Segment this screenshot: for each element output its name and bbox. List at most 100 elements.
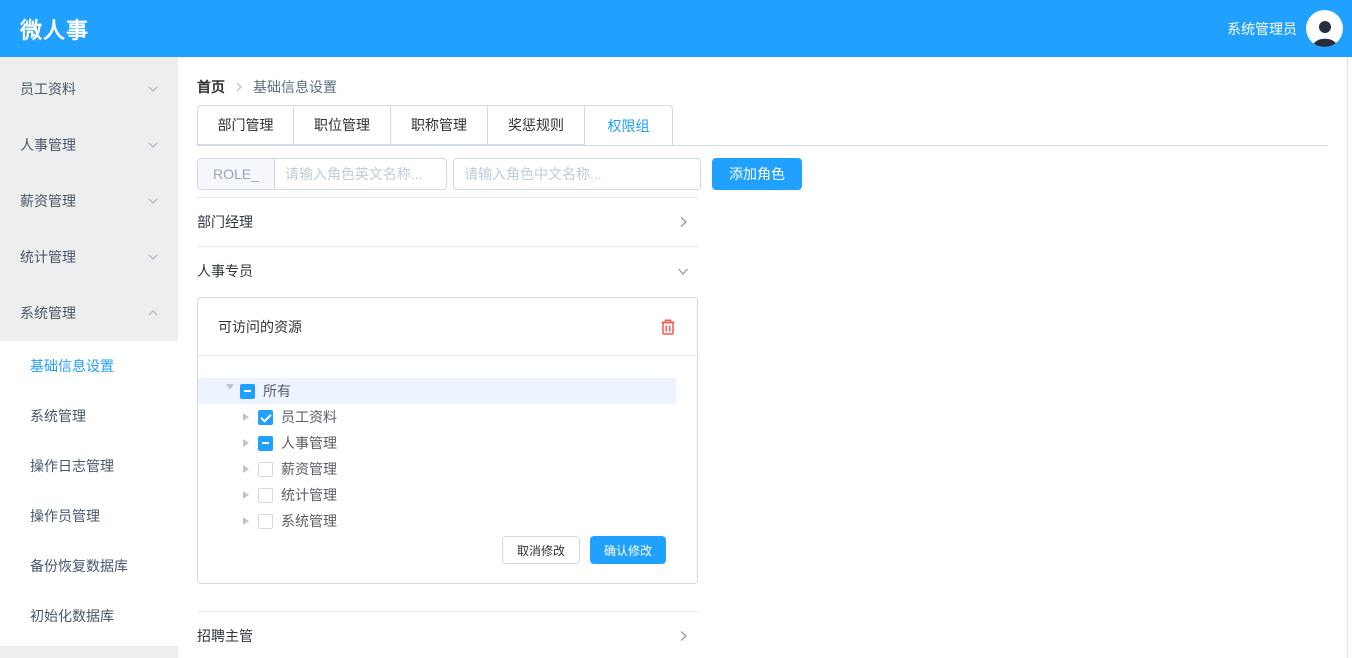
tree-node-all[interactable]: 所有 (198, 378, 676, 404)
breadcrumb-current: 基础信息设置 (253, 77, 337, 97)
breadcrumb-separator-icon (234, 81, 244, 93)
role-panels: 部门经理 人事专员 可访问的资源 (197, 197, 698, 658)
add-role-button[interactable]: 添加角色 (712, 158, 802, 190)
caret-expanded-icon[interactable] (220, 383, 236, 399)
checkbox-unchecked[interactable] (258, 488, 273, 503)
tab-bar: 部门管理 职位管理 职称管理 奖惩规则 权限组 (197, 105, 1328, 146)
sidebar-item-label: 薪资管理 (20, 191, 76, 211)
checkbox-unchecked[interactable] (258, 462, 273, 477)
main-content: 首页 基础信息设置 部门管理 职位管理 职称管理 奖惩规则 权限组 ROLE_ … (178, 57, 1352, 658)
submenu-item-label: 备份恢复数据库 (30, 556, 128, 576)
tree-node-employee-data[interactable]: 员工资料 (198, 404, 676, 430)
sidebar-nav: 员工资料 人事管理 薪资管理 统计管理 系统管理 基础信息设置 系统管理 操作日… (0, 57, 178, 658)
chevron-down-icon (147, 251, 159, 263)
app-logo: 微人事 (20, 13, 89, 45)
chevron-down-icon (147, 139, 159, 151)
tab-label: 部门管理 (218, 115, 274, 135)
sidebar-item-init-db[interactable]: 初始化数据库 (0, 591, 178, 641)
sidebar-item-system-admin[interactable]: 系统管理 (0, 391, 178, 441)
tree-node-label: 系统管理 (281, 511, 337, 531)
tab-title-management[interactable]: 职称管理 (391, 105, 488, 145)
chevron-up-icon (147, 307, 159, 319)
sidebar-item-backup-restore-db[interactable]: 备份恢复数据库 (0, 541, 178, 591)
submenu-item-label: 操作日志管理 (30, 456, 114, 476)
tree-node-hr-management[interactable]: 人事管理 (198, 430, 676, 456)
sidebar-item-operation-log[interactable]: 操作日志管理 (0, 441, 178, 491)
current-user-name[interactable]: 系统管理员 (1227, 19, 1297, 39)
caret-collapsed-icon[interactable] (238, 435, 254, 451)
tree-node-label: 薪资管理 (281, 459, 337, 479)
tab-label: 奖惩规则 (508, 115, 564, 135)
sidebar-item-system-management[interactable]: 系统管理 (0, 285, 178, 341)
role-panel-department-manager: 部门经理 (197, 198, 698, 247)
tab-label: 职位管理 (314, 115, 370, 135)
tree-node-label: 统计管理 (281, 485, 337, 505)
role-cn-name-input[interactable] (453, 158, 701, 190)
person-icon (1310, 17, 1340, 47)
card-body: 所有 员工资料 人事管理 (198, 356, 697, 583)
tab-label: 职称管理 (411, 115, 467, 135)
sidebar-item-label: 员工资料 (20, 79, 76, 99)
submenu-item-label: 系统管理 (30, 406, 86, 426)
chevron-down-icon (676, 264, 690, 278)
tree-node-label: 所有 (263, 381, 291, 401)
tree-node-statistics-management[interactable]: 统计管理 (198, 482, 676, 508)
tab-position-management[interactable]: 职位管理 (294, 105, 391, 145)
sidebar-item-statistics-management[interactable]: 统计管理 (0, 229, 178, 285)
checkbox-indeterminate[interactable] (240, 384, 255, 399)
submenu-item-label: 操作员管理 (30, 506, 100, 526)
submenu-item-label: 初始化数据库 (30, 606, 114, 626)
tree-node-system-management[interactable]: 系统管理 (198, 508, 676, 534)
panel-title: 招聘主管 (197, 626, 253, 646)
sidebar-item-hr-management[interactable]: 人事管理 (0, 117, 178, 173)
card-actions: 取消修改 确认修改 (198, 536, 676, 564)
delete-role-trash-icon[interactable] (660, 318, 676, 336)
panel-body-hr-specialist: 可访问的资源 (197, 295, 698, 611)
panel-header-department-manager[interactable]: 部门经理 (197, 198, 698, 246)
user-avatar[interactable] (1306, 10, 1343, 47)
header-user-area: 系统管理员 (1227, 10, 1343, 47)
sidebar-item-employee-data[interactable]: 员工资料 (0, 61, 178, 117)
tab-reward-rules[interactable]: 奖惩规则 (488, 105, 585, 145)
panel-header-recruitment-supervisor[interactable]: 招聘主管 (197, 612, 698, 658)
tree-node-label: 员工资料 (281, 407, 337, 427)
sidebar-item-label: 人事管理 (20, 135, 76, 155)
checkbox-unchecked[interactable] (258, 514, 273, 529)
tab-label: 权限组 (608, 116, 650, 136)
tab-permission-group[interactable]: 权限组 (585, 105, 673, 146)
submenu-item-label: 基础信息设置 (30, 356, 114, 376)
caret-collapsed-icon[interactable] (238, 409, 254, 425)
add-role-form: ROLE_ 添加角色 (197, 158, 1328, 190)
sidebar-item-salary-management[interactable]: 薪资管理 (0, 173, 178, 229)
caret-collapsed-icon[interactable] (238, 461, 254, 477)
vertical-scrollbar[interactable] (1347, 57, 1352, 658)
caret-collapsed-icon[interactable] (238, 513, 254, 529)
tree-node-label: 人事管理 (281, 433, 337, 453)
chevron-down-icon (147, 195, 159, 207)
sidebar-item-operator-management[interactable]: 操作员管理 (0, 491, 178, 541)
breadcrumb-home[interactable]: 首页 (197, 77, 225, 97)
caret-collapsed-icon[interactable] (238, 487, 254, 503)
chevron-down-icon (147, 83, 159, 95)
checkbox-checked[interactable] (258, 410, 273, 425)
resource-tree: 所有 员工资料 人事管理 (198, 378, 676, 534)
role-panel-recruitment-supervisor: 招聘主管 (197, 612, 698, 658)
panel-header-hr-specialist[interactable]: 人事专员 (197, 247, 698, 295)
app-header: 微人事 系统管理员 (0, 0, 1352, 57)
sidebar-item-basic-info-settings[interactable]: 基础信息设置 (0, 341, 178, 391)
role-prefix-label: ROLE_ (197, 158, 275, 190)
role-en-input-group: ROLE_ (197, 158, 447, 190)
sidebar-item-label: 统计管理 (20, 247, 76, 267)
tree-node-salary-management[interactable]: 薪资管理 (198, 456, 676, 482)
confirm-changes-button[interactable]: 确认修改 (590, 536, 666, 564)
sidebar-item-label: 系统管理 (20, 303, 76, 323)
tab-department-management[interactable]: 部门管理 (197, 105, 294, 145)
chevron-right-icon (676, 629, 690, 643)
cancel-changes-button[interactable]: 取消修改 (502, 536, 580, 564)
sidebar-submenu: 基础信息设置 系统管理 操作日志管理 操作员管理 备份恢复数据库 初始化数据库 (0, 341, 178, 646)
checkbox-indeterminate[interactable] (258, 436, 273, 451)
panel-title: 部门经理 (197, 212, 253, 232)
role-en-name-input[interactable] (275, 158, 447, 190)
panel-title: 人事专员 (197, 261, 253, 281)
card-header: 可访问的资源 (198, 298, 697, 356)
